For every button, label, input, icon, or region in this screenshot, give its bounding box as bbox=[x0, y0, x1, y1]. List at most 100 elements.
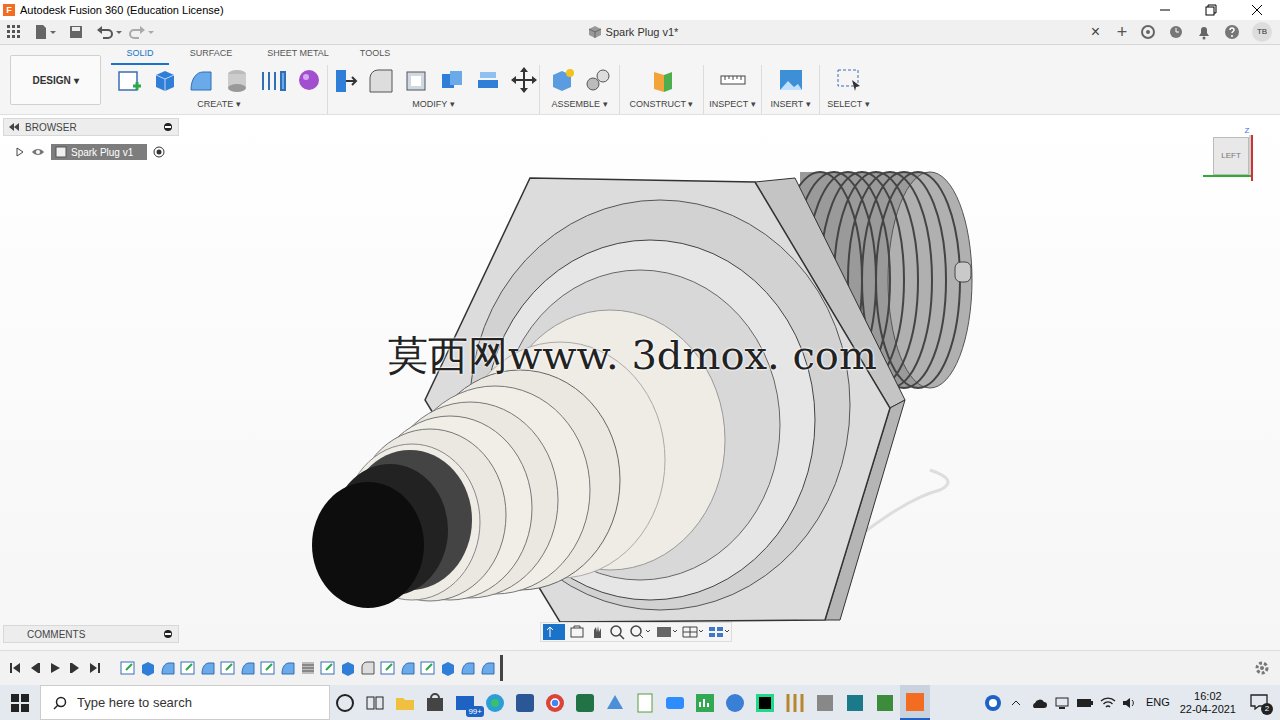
toolbar-tab[interactable]: TOOLS bbox=[343, 45, 407, 65]
grid-icon[interactable] bbox=[681, 624, 703, 640]
toolbar-tab[interactable]: SHEET METAL bbox=[253, 45, 343, 65]
battery-icon[interactable] bbox=[1076, 698, 1094, 708]
extrude-feature-icon[interactable] bbox=[340, 660, 356, 676]
chevron-up-icon[interactable] bbox=[1010, 697, 1022, 709]
taskbar-app[interactable] bbox=[510, 685, 540, 720]
component-icon[interactable] bbox=[548, 66, 576, 94]
add-comment-icon[interactable] bbox=[163, 629, 173, 639]
group-label[interactable]: SELECT ▾ bbox=[827, 98, 869, 112]
group-label[interactable]: CREATE ▾ bbox=[197, 98, 240, 112]
previous-icon[interactable] bbox=[28, 661, 42, 675]
taskbar-app[interactable]: 99+ bbox=[450, 685, 480, 720]
device-icon[interactable] bbox=[1054, 696, 1070, 710]
first-icon[interactable] bbox=[8, 661, 22, 675]
sketch-feature-icon[interactable] bbox=[120, 660, 136, 676]
taskbar-app[interactable] bbox=[570, 685, 600, 720]
clock-icon[interactable] bbox=[1168, 24, 1184, 40]
restore-icon[interactable] bbox=[1188, 0, 1234, 20]
undo-icon[interactable] bbox=[96, 24, 124, 40]
windows-icon[interactable] bbox=[11, 694, 29, 712]
taskbar-app[interactable] bbox=[420, 685, 450, 720]
sketch-icon[interactable] bbox=[115, 66, 143, 94]
spark-plug-model[interactable] bbox=[0, 115, 1280, 650]
comments-panel[interactable]: COMMENTS bbox=[3, 625, 179, 643]
taskbar-app[interactable] bbox=[600, 685, 630, 720]
workspace-button[interactable]: DESIGN ▾ bbox=[10, 55, 101, 105]
wifi-icon[interactable] bbox=[1100, 696, 1116, 710]
grid-icon[interactable] bbox=[6, 24, 22, 40]
extrude-feature-icon[interactable] bbox=[440, 660, 456, 676]
sketch-feature-icon[interactable] bbox=[380, 660, 396, 676]
viewcube-face[interactable]: LEFT bbox=[1213, 137, 1249, 175]
document-tab[interactable]: Spark Plug v1* × bbox=[156, 20, 1110, 44]
close-icon[interactable] bbox=[1234, 0, 1280, 20]
orbit-icon[interactable] bbox=[543, 624, 565, 640]
zoom-icon[interactable] bbox=[609, 624, 625, 640]
revolve-feature-icon[interactable] bbox=[460, 660, 476, 676]
minimize-icon[interactable] bbox=[1142, 0, 1188, 20]
shell-icon[interactable] bbox=[402, 66, 430, 94]
hole-icon[interactable] bbox=[223, 66, 251, 94]
revolve-feature-icon[interactable] bbox=[280, 660, 296, 676]
file-icon[interactable] bbox=[34, 24, 56, 40]
expand-icon[interactable] bbox=[15, 147, 25, 157]
settings-icon[interactable] bbox=[1254, 660, 1270, 676]
viewports-icon[interactable] bbox=[707, 624, 729, 640]
cloud-icon[interactable] bbox=[1030, 697, 1048, 709]
revolve-feature-icon[interactable] bbox=[240, 660, 256, 676]
search-input[interactable] bbox=[77, 693, 329, 713]
next-icon[interactable] bbox=[68, 661, 82, 675]
joint-icon[interactable] bbox=[584, 66, 612, 94]
taskbar-app[interactable] bbox=[390, 685, 420, 720]
play-icon[interactable] bbox=[48, 661, 62, 675]
browser-item[interactable]: Spark Plug v1 bbox=[3, 143, 179, 161]
language-indicator[interactable]: ENG bbox=[1146, 694, 1170, 711]
toolbar-tab[interactable]: SOLID bbox=[111, 45, 169, 65]
component-label[interactable]: Spark Plug v1 bbox=[51, 144, 147, 160]
clock[interactable]: 16:02 22-04-2021 bbox=[1180, 690, 1236, 716]
fit-icon[interactable] bbox=[629, 624, 651, 640]
timeline-marker[interactable] bbox=[500, 655, 503, 681]
taskbar-app[interactable] bbox=[780, 685, 810, 720]
taskbar-app[interactable] bbox=[360, 685, 390, 720]
display-icon[interactable] bbox=[655, 624, 677, 640]
taskbar-app[interactable] bbox=[660, 685, 690, 720]
viewcube[interactable]: Z LEFT bbox=[1209, 127, 1255, 181]
group-label[interactable]: ASSEMBLE ▾ bbox=[551, 98, 607, 112]
box-icon[interactable] bbox=[151, 66, 179, 94]
combine-icon[interactable] bbox=[438, 66, 466, 94]
help-icon[interactable] bbox=[1224, 24, 1240, 40]
taskbar-app[interactable] bbox=[630, 685, 660, 720]
fillet-feature-icon[interactable] bbox=[360, 660, 376, 676]
group-label[interactable]: CONSTRUCT ▾ bbox=[630, 98, 694, 112]
save-icon[interactable] bbox=[68, 24, 84, 40]
toolbar-tab[interactable]: SURFACE bbox=[169, 45, 253, 65]
look-at-icon[interactable] bbox=[569, 624, 585, 640]
sketch-feature-icon[interactable] bbox=[420, 660, 436, 676]
group-label[interactable]: MODIFY ▾ bbox=[412, 98, 454, 112]
taskbar-app[interactable] bbox=[720, 685, 750, 720]
revolve-feature-icon[interactable] bbox=[160, 660, 176, 676]
select-icon[interactable] bbox=[835, 66, 863, 94]
job-status-icon[interactable] bbox=[1140, 24, 1156, 40]
sketch-feature-icon[interactable] bbox=[180, 660, 196, 676]
taskbar-app[interactable] bbox=[750, 685, 780, 720]
taskbar-app[interactable] bbox=[480, 685, 510, 720]
plane-icon[interactable] bbox=[648, 66, 676, 94]
user-avatar[interactable]: TB bbox=[1252, 22, 1272, 42]
eye-icon[interactable] bbox=[31, 146, 45, 158]
extrude-feature-icon[interactable] bbox=[140, 660, 156, 676]
form-icon[interactable] bbox=[295, 66, 323, 94]
revolve-feature-icon[interactable] bbox=[400, 660, 416, 676]
taskbar-app[interactable] bbox=[870, 685, 900, 720]
viewport[interactable]: BROWSER Spark Plug v1 Z LEFT 莫西网www. 3dm… bbox=[0, 115, 1280, 650]
taskbar-app[interactable] bbox=[810, 685, 840, 720]
taskbar-app[interactable] bbox=[330, 685, 360, 720]
collapse-icon[interactable] bbox=[9, 123, 19, 131]
last-icon[interactable] bbox=[88, 661, 102, 675]
sketch-feature-icon[interactable] bbox=[320, 660, 336, 676]
press-icon[interactable] bbox=[330, 66, 358, 94]
revolve-feature-icon[interactable] bbox=[480, 660, 496, 676]
activate-icon[interactable] bbox=[153, 146, 165, 158]
taskbar-app[interactable] bbox=[840, 685, 870, 720]
